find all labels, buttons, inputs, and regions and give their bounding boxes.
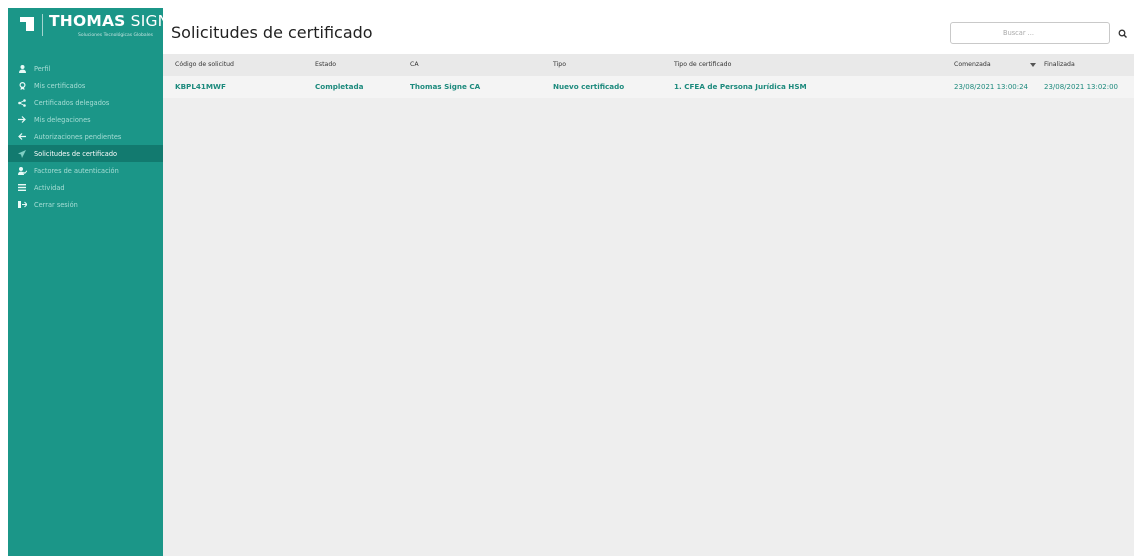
certificate-icon xyxy=(16,81,28,91)
brand-tagline: Soluciones Tecnológicas Globales xyxy=(77,33,153,38)
sidebar-item-autorizaciones-pendientes[interactable]: Autorizaciones pendientes xyxy=(8,128,163,145)
sidebar-item-mis-delegaciones[interactable]: Mis delegaciones xyxy=(8,111,163,128)
cell-tipo-certificado: 1. CFEA de Persona Jurídica HSM xyxy=(674,82,807,91)
sidebar-item-label: Actividad xyxy=(34,183,65,192)
sidebar-item-label: Solicitudes de certificado xyxy=(34,149,118,158)
column-header-estado[interactable]: Estado xyxy=(315,54,336,76)
column-header-comenzada[interactable]: Comenzada xyxy=(954,54,991,76)
send-icon xyxy=(16,149,28,159)
sidebar-item-label: Mis certificados xyxy=(34,81,86,90)
column-header-codigo[interactable]: Código de solicitud xyxy=(175,54,234,76)
sidebar-item-actividad[interactable]: Actividad xyxy=(8,179,163,196)
sidebar-item-mis-certificados[interactable]: Mis certificados xyxy=(8,77,163,94)
sidebar-item-label: Certificados delegados xyxy=(34,98,110,107)
cell-estado: Completada xyxy=(315,82,364,91)
search-box[interactable] xyxy=(950,22,1110,44)
search-icon[interactable] xyxy=(1117,26,1129,40)
column-header-ca[interactable]: CA xyxy=(410,54,419,76)
arrow-right-icon xyxy=(16,115,28,125)
sidebar-item-label: Cerrar sesión xyxy=(34,200,78,209)
share-icon xyxy=(16,98,28,108)
table-header: Código de solicitud Estado CA Tipo Tipo … xyxy=(163,54,1134,76)
sort-descending-icon[interactable] xyxy=(1030,63,1036,67)
sidebar-item-label: Mis delegaciones xyxy=(34,115,91,124)
column-header-tipo[interactable]: Tipo xyxy=(553,54,566,76)
sidebar-item-certificados-delegados[interactable]: Certificados delegados xyxy=(8,94,163,111)
cell-comenzada: 23/08/2021 13:00:24 xyxy=(954,83,1029,91)
page-header: Solicitudes de certificado xyxy=(163,8,1134,54)
logo-mark-icon xyxy=(20,17,34,31)
requests-table: Código de solicitud Estado CA Tipo Tipo … xyxy=(163,54,1134,98)
sidebar-item-solicitudes-de-certificado[interactable]: Solicitudes de certificado xyxy=(8,145,163,162)
sidebar-item-label: Factores de autenticación xyxy=(34,166,119,175)
user-check-icon xyxy=(16,166,28,176)
sidebar-item-label: Autorizaciones pendientes xyxy=(34,132,122,141)
app-window: THOMAS SIGNE Soluciones Tecnológicas Glo… xyxy=(0,0,1134,556)
brand-logo[interactable]: THOMAS SIGNE Soluciones Tecnológicas Glo… xyxy=(8,8,179,48)
sidebar: THOMAS SIGNE Soluciones Tecnológicas Glo… xyxy=(8,8,179,556)
cell-finalizada: 23/08/2021 13:02:00 xyxy=(1044,83,1119,91)
user-icon xyxy=(16,64,28,74)
search-input[interactable] xyxy=(951,23,1086,43)
brand-name-bold: THOMAS xyxy=(49,12,126,30)
logo-divider xyxy=(42,14,43,36)
arrow-left-icon xyxy=(16,132,28,142)
sidebar-item-cerrar-sesion[interactable]: Cerrar sesión xyxy=(8,196,163,213)
brand-name: THOMAS SIGNE xyxy=(49,12,179,30)
cell-ca: Thomas Signe CA xyxy=(410,82,481,91)
cell-codigo[interactable]: KBPL41MWF xyxy=(175,76,226,98)
column-header-finalizada[interactable]: Finalizada xyxy=(1044,54,1075,76)
column-header-tipo-certificado[interactable]: Tipo de certificado xyxy=(674,54,731,76)
page-title: Solicitudes de certificado xyxy=(171,23,373,42)
table-row[interactable]: KBPL41MWF Completada Thomas Signe CA Nue… xyxy=(163,76,1134,98)
sidebar-item-factores-de-autenticacion[interactable]: Factores de autenticación xyxy=(8,162,163,179)
cell-tipo: Nuevo certificado xyxy=(553,82,625,91)
list-icon xyxy=(16,183,28,193)
sidebar-item-label: Perfil xyxy=(34,64,51,73)
main-content: Solicitudes de certificado Código de sol… xyxy=(163,8,1134,556)
logout-icon xyxy=(16,200,28,210)
sidebar-nav: Perfil Mis certificados Certificados del… xyxy=(8,60,163,213)
sidebar-item-perfil[interactable]: Perfil xyxy=(8,60,163,77)
